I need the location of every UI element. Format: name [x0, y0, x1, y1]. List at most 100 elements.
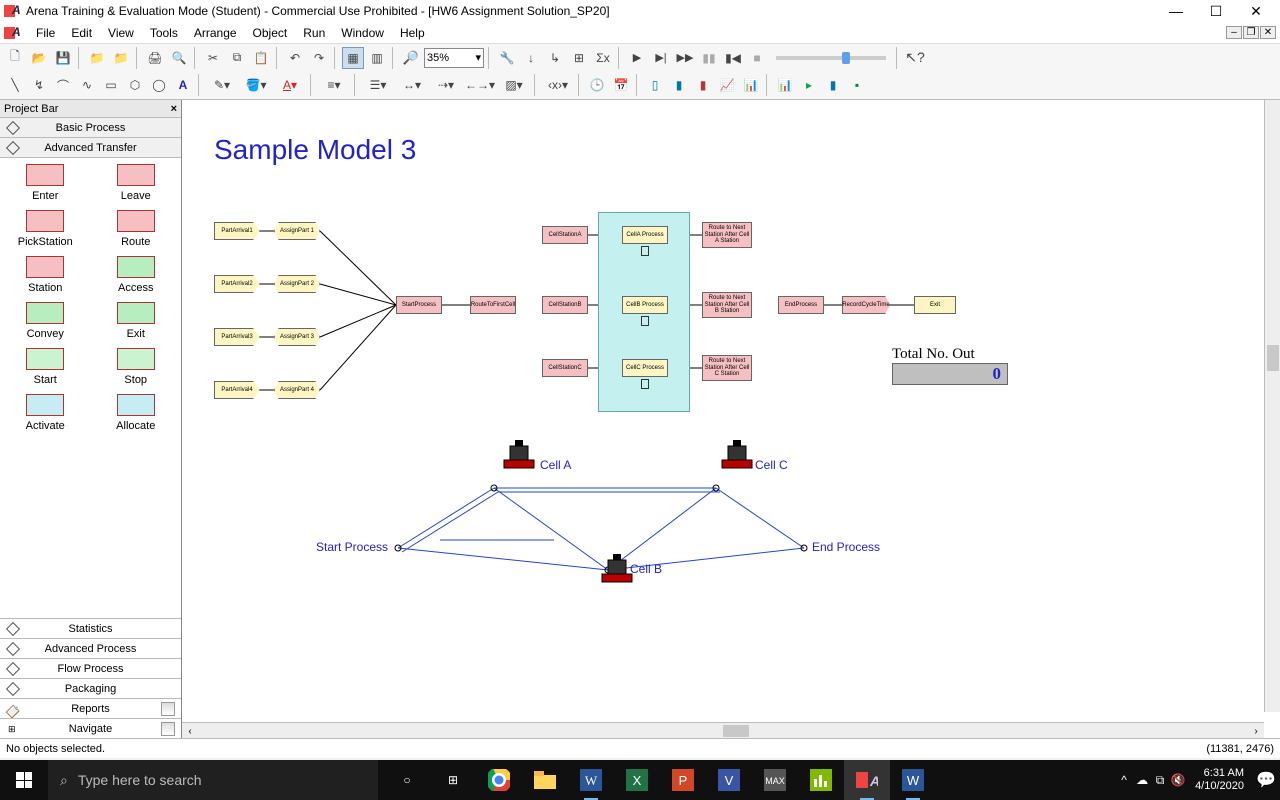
horizontal-scrollbar[interactable]: ‹ ›	[182, 722, 1264, 738]
model-canvas[interactable]: Sample Model 3	[182, 100, 1264, 712]
variable-icon[interactable]: ▯	[644, 74, 666, 96]
tray-onedrive-icon[interactable]: ☁	[1133, 773, 1151, 787]
line-style-icon[interactable]: ☰▾	[362, 74, 394, 96]
open-icon[interactable]: 📂	[28, 47, 50, 69]
stop-icon[interactable]: ■	[746, 47, 768, 69]
word-icon[interactable]: W	[568, 760, 614, 800]
pause-icon[interactable]: ▮▮	[698, 47, 720, 69]
assign-node-2[interactable]: AssignPart 2	[274, 275, 320, 293]
zoom-combo[interactable]: 35%▾	[424, 48, 484, 68]
module-start[interactable]: Start	[26, 348, 64, 386]
start-button[interactable]	[0, 760, 48, 800]
module-station[interactable]: Station	[26, 256, 64, 294]
file-explorer-icon[interactable]	[522, 760, 568, 800]
scroll-right-icon[interactable]: ›	[1248, 723, 1264, 738]
start-over-icon[interactable]: ▮◀	[722, 47, 744, 69]
step-icon[interactable]: ▶|	[650, 47, 672, 69]
resource-icon[interactable]: ▸	[798, 74, 820, 96]
tray-dropbox-icon[interactable]: ⧉	[1151, 773, 1169, 788]
menu-view[interactable]: View	[100, 26, 142, 40]
assign-node-4[interactable]: AssignPart 4	[274, 381, 320, 399]
vertical-scrollbar[interactable]	[1264, 100, 1280, 712]
line-width-icon[interactable]: ≡▾	[318, 74, 350, 96]
app-chart-icon[interactable]	[798, 760, 844, 800]
create-node-4[interactable]: PartArrival4	[214, 381, 260, 399]
record-cycle-node[interactable]: RecordCycleTime	[842, 296, 890, 314]
taskbar-search[interactable]: ⌕ Type here to search	[48, 760, 378, 800]
new-icon[interactable]: 🗋	[4, 47, 26, 69]
connect-icon[interactable]: ↳	[544, 47, 566, 69]
module-route[interactable]: Route	[117, 210, 155, 248]
module-activate[interactable]: Activate	[26, 394, 65, 432]
arc-icon[interactable]: ⌒	[52, 74, 74, 96]
route-first-node[interactable]: RouteToFirstCell	[470, 296, 516, 314]
speed-slider[interactable]	[776, 56, 886, 60]
plot-icon[interactable]: 📈	[716, 74, 738, 96]
module-pickstation[interactable]: PickStation	[18, 210, 73, 248]
toggle-grid-icon[interactable]: ▦	[342, 47, 364, 69]
cell-route-2[interactable]: Route to Next Station After Cell B Stati…	[702, 292, 752, 318]
context-help-icon[interactable]: ↖?	[904, 47, 926, 69]
project-bar-close-icon[interactable]: ×	[171, 103, 177, 115]
submodel-icon[interactable]: 🔧	[496, 47, 518, 69]
panel-flow-process[interactable]: Flow Process	[0, 658, 181, 678]
print-icon[interactable]: 🖨	[144, 47, 166, 69]
menu-tools[interactable]: Tools	[142, 26, 186, 40]
menu-run[interactable]: Run	[295, 26, 333, 40]
pattern-icon[interactable]: ▨▾	[498, 74, 530, 96]
tray-chevron-icon[interactable]: ^	[1115, 773, 1133, 787]
create-node-1[interactable]: PartArrival1	[214, 222, 260, 240]
histogram-icon[interactable]: 📊	[740, 74, 762, 96]
template-attach-icon[interactable]: 📁	[86, 47, 108, 69]
mdi-restore[interactable]: ❐	[1243, 26, 1259, 39]
zoom-tool-icon[interactable]: 🔎	[400, 47, 422, 69]
text-icon[interactable]: A	[172, 74, 194, 96]
line-icon[interactable]: ╲	[4, 74, 26, 96]
module-icon[interactable]: ⊞	[568, 47, 590, 69]
tray-clock[interactable]: 6:31 AM 4/10/2020	[1187, 767, 1252, 793]
cell-station-1[interactable]: CellStationA	[542, 226, 588, 244]
task-view-icon[interactable]: ⊞	[430, 760, 476, 800]
cell-process-1[interactable]: CellA Process	[622, 226, 668, 244]
text-color-icon[interactable]: A▾	[274, 74, 306, 96]
bezier-icon[interactable]: ∿	[76, 74, 98, 96]
module-stop[interactable]: Stop	[117, 348, 155, 386]
cell-route-3[interactable]: Route to Next Station After Cell C Stati…	[702, 355, 752, 381]
dash-icon[interactable]: ⇢▾	[430, 74, 462, 96]
module-exit[interactable]: Exit	[117, 302, 155, 340]
module-leave[interactable]: Leave	[117, 164, 155, 202]
scroll-left-icon[interactable]: ‹	[182, 723, 198, 738]
arrow-style-icon[interactable]: ↔▾	[396, 74, 428, 96]
menu-arrange[interactable]: Arrange	[186, 26, 245, 40]
panel-packaging[interactable]: Packaging	[0, 678, 181, 698]
module-enter[interactable]: Enter	[26, 164, 64, 202]
fastforward-icon[interactable]: ▶▶	[674, 47, 696, 69]
cell-station-3[interactable]: CellStationC	[542, 359, 588, 377]
app-generic-icon[interactable]: MAX	[752, 760, 798, 800]
module-access[interactable]: Access	[117, 256, 155, 294]
exit-node[interactable]: Exit	[914, 296, 956, 314]
close-button[interactable]: ✕	[1236, 0, 1276, 22]
print-preview-icon[interactable]: 🔍	[168, 47, 190, 69]
panel-basic-process[interactable]: Basic Process	[0, 118, 181, 138]
tray-notifications-icon[interactable]: 💬	[1252, 770, 1280, 790]
menu-object[interactable]: Object	[245, 26, 296, 40]
word2-icon[interactable]: W	[890, 760, 936, 800]
maximize-button[interactable]: ☐	[1196, 0, 1236, 22]
menu-file[interactable]: File	[28, 26, 63, 40]
panel-navigate[interactable]: ⊞Navigate	[0, 718, 181, 738]
start-process-node[interactable]: StartProcess	[396, 296, 442, 314]
mdi-close[interactable]: ✕	[1260, 26, 1276, 39]
save-icon[interactable]: 💾	[52, 47, 74, 69]
create-node-2[interactable]: PartArrival2	[214, 275, 260, 293]
flip-icon[interactable]: ‹x›▾	[542, 74, 574, 96]
ellipse-icon[interactable]: ◯	[148, 74, 170, 96]
level-icon[interactable]: 📊	[774, 74, 796, 96]
chrome-icon[interactable]	[476, 760, 522, 800]
minimize-button[interactable]: —	[1156, 0, 1196, 22]
panel-reports[interactable]: 📋Reports	[0, 698, 181, 718]
arena-taskbar-icon[interactable]: A	[844, 760, 890, 800]
layers-icon[interactable]: ▥	[366, 47, 388, 69]
mdi-minimize[interactable]: –	[1226, 26, 1242, 39]
cortana-icon[interactable]: ○	[384, 760, 430, 800]
